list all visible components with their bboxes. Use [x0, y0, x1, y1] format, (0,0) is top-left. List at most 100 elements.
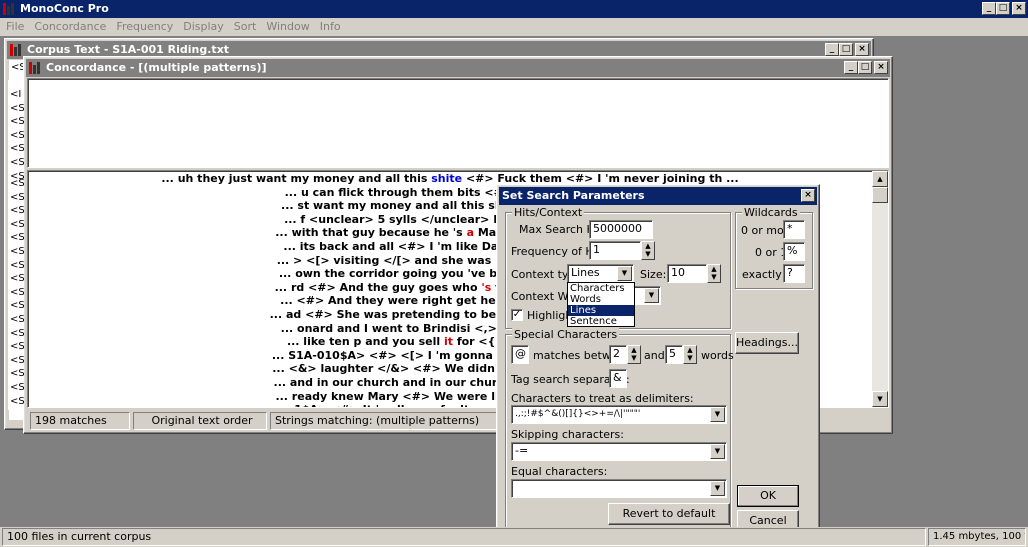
context-type-option[interactable]: Sentence [568, 316, 634, 327]
margin-marker: <I [10, 89, 22, 100]
between-max-spinner[interactable]: ▲ ▼ [683, 345, 697, 364]
size-label: Size: [640, 268, 667, 281]
scroll-down-icon[interactable]: ▼ [872, 391, 888, 407]
zero-or-more-input[interactable]: * [783, 220, 805, 239]
margin-marker: <S [10, 259, 24, 271]
context-type-option[interactable]: Words [568, 294, 634, 305]
margin-marker: <S [10, 395, 24, 407]
app-title: MonoConc Pro [20, 2, 109, 15]
scroll-up-icon[interactable]: ▲ [872, 171, 888, 187]
between-min-input[interactable]: 2 [609, 345, 627, 364]
corpus-close-button[interactable]: × [855, 43, 869, 56]
margin-marker: <S [10, 300, 24, 312]
concordance-minimize-button[interactable]: _ [844, 61, 858, 74]
highlight-checkbox[interactable]: ✓ [511, 309, 523, 321]
delimiters-label: Characters to treat as delimiters: [511, 392, 694, 405]
dialog-title-bar[interactable]: Set Search Parameters × [499, 187, 817, 205]
files-count: 100 files in current corpus [2, 528, 926, 546]
skipping-value: -= [515, 444, 529, 457]
app-close-button[interactable]: × [1012, 2, 1026, 15]
margin-marker: <S [10, 273, 24, 285]
context-type-value: Lines [571, 266, 600, 279]
margin-marker: <S [10, 232, 24, 244]
tag-separator-input[interactable]: & [609, 369, 627, 388]
margin-marker: <S [10, 314, 24, 325]
max-search-hits-input[interactable]: 5000000 [589, 220, 653, 239]
margin-marker: <S [10, 116, 24, 128]
margin-marker: <S [10, 157, 24, 168]
chevron-down-icon[interactable]: ▼ [710, 481, 725, 496]
menu-item-sort[interactable]: Sort [234, 20, 257, 34]
margin-marker: <S [10, 341, 24, 353]
concordance-scrollbar[interactable]: ▲ ▼ [872, 171, 888, 407]
zero-or-one-input[interactable]: % [783, 242, 805, 261]
spin-up-icon[interactable]: ▲ [708, 265, 720, 273]
concordance-window-title-bar[interactable]: Concordance - [(multiple patterns)] _ □ … [26, 59, 890, 77]
sort-order: Original text order [133, 412, 267, 430]
concordance-restore-button[interactable]: □ [858, 61, 872, 74]
corpus-left-margin: <I <S <S <S <S <S <S <S <S <S <S <S <S <S <S <S <S <S <S <S… [8, 80, 24, 410]
search-parameters-dialog: Set Search Parameters × Hits/Context Max… [496, 184, 820, 536]
menu-item-file[interactable]: File [6, 20, 24, 34]
margin-marker: <S [10, 327, 24, 339]
spin-up-icon[interactable]: ▲ [642, 242, 654, 250]
delimiters-value: .,:;!#$^&()[]{}<>+=/\|'"""' [515, 409, 641, 419]
spin-down-icon[interactable]: ▼ [642, 250, 654, 258]
concordance-segment: it [443, 335, 453, 349]
chevron-down-icon[interactable]: ▼ [617, 266, 632, 281]
chevron-down-icon[interactable]: ▼ [710, 444, 725, 459]
margin-marker: <S [10, 286, 24, 298]
context-type-option[interactable]: Characters [568, 283, 634, 294]
corpus-minimize-button[interactable]: _ [825, 43, 839, 56]
menu-item-concordance[interactable]: Concordance [34, 20, 106, 34]
concordance-text-pane[interactable] [27, 78, 889, 168]
menu-bar: File Concordance Frequency Display Sort Windo… [0, 18, 1028, 36]
context-type-select[interactable]: Lines ▼ [567, 264, 634, 283]
frequency-spinner[interactable]: ▲ ▼ [641, 241, 655, 260]
corpus-restore-button[interactable]: □ [839, 43, 853, 56]
concordance-segment: ... onard and I went to Brindisi <,> [280, 321, 501, 335]
exactly-one-input[interactable]: ? [783, 264, 805, 283]
headings-button[interactable]: Headings... [735, 332, 799, 354]
between-min-spinner[interactable]: ▲ ▼ [627, 345, 641, 364]
check-icon: ✓ [512, 309, 522, 320]
at-wildcard-input[interactable]: @ [511, 345, 529, 364]
margin-marker: <S [10, 143, 24, 155]
skipping-select[interactable]: -= ▼ [511, 442, 727, 461]
menu-item-info[interactable]: Info [320, 20, 341, 34]
size-spinner[interactable]: ▲ ▼ [707, 264, 721, 283]
concordance-segment: a [466, 226, 474, 240]
app-title-bar[interactable]: MonoConc Pro _ □ × [0, 0, 1028, 18]
equal-label: Equal characters: [511, 465, 608, 478]
between-max-input[interactable]: 5 [665, 345, 683, 364]
menu-item-display[interactable]: Display [183, 20, 224, 34]
spin-up-icon[interactable]: ▲ [628, 346, 640, 354]
chevron-down-icon[interactable]: ▼ [710, 407, 725, 422]
spin-down-icon[interactable]: ▼ [628, 354, 640, 362]
frequency-of-hits-input[interactable]: 1 [589, 241, 641, 260]
monoconc-logo-icon [3, 3, 16, 15]
menu-item-frequency[interactable]: Frequency [116, 20, 173, 34]
equal-select[interactable]: ▼ [511, 479, 727, 498]
app-minimize-button[interactable]: _ [982, 2, 996, 15]
spin-down-icon[interactable]: ▼ [684, 354, 696, 362]
size-input[interactable]: 10 [667, 264, 707, 283]
scroll-thumb[interactable] [872, 187, 888, 203]
menu-item-window[interactable]: Window [266, 20, 309, 34]
margin-marker: <S [10, 102, 24, 114]
match-count: 198 matches [30, 412, 130, 430]
spin-up-icon[interactable]: ▲ [684, 346, 696, 354]
app-restore-button[interactable]: □ [996, 2, 1010, 15]
concordance-segment: ... uh they just want my money and all t… [161, 172, 432, 185]
ok-button[interactable]: OK [737, 485, 799, 507]
context-type-dropdown-list[interactable]: Characters Words Lines Sentence [567, 282, 635, 327]
spin-down-icon[interactable]: ▼ [708, 273, 720, 281]
words-label: words [701, 349, 734, 362]
context-type-option[interactable]: Lines [568, 305, 634, 316]
delimiters-select[interactable]: .,:;!#$^&()[]{}<>+=/\|'"""' ▼ [511, 405, 727, 424]
revert-to-default-button[interactable]: Revert to default [608, 503, 730, 525]
strings-matching: Strings matching: (multiple patterns) [270, 412, 500, 430]
dialog-close-icon[interactable]: × [801, 189, 815, 202]
chevron-down-icon[interactable]: ▼ [644, 288, 659, 303]
concordance-close-button[interactable]: × [874, 61, 888, 74]
